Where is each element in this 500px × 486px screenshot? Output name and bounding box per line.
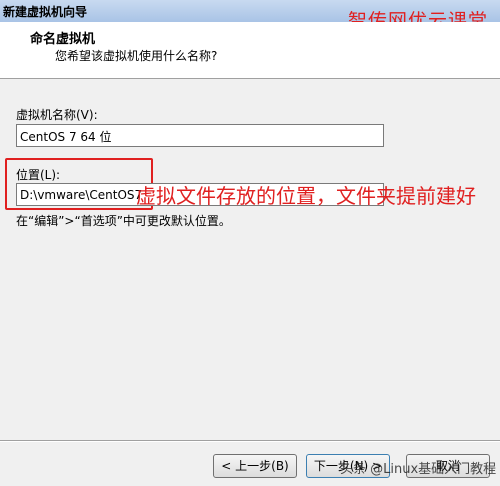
window-title: 新建虚拟机向导 [3, 5, 88, 19]
page-subtitle: 您希望该虚拟机使用什么名称? [55, 49, 218, 63]
location-hint: 在“编辑”>“首选项”中可更改默认位置。 [16, 214, 231, 228]
watermark-bottom: 头条 @Linux基础入门教程 [340, 462, 497, 477]
back-button[interactable]: < 上一步(B) [213, 454, 297, 478]
vm-name-label: 虚拟机名称(V): [16, 108, 98, 122]
wizard-header: 命名虚拟机 您希望该虚拟机使用什么名称? [0, 22, 500, 79]
page-title: 命名虚拟机 [30, 32, 96, 47]
location-label: 位置(L): [16, 168, 61, 182]
annotation-note: 虚拟文件存放的位置，文件夹提前建好 [136, 184, 476, 208]
footer-divider [0, 440, 500, 442]
vm-name-field[interactable] [16, 124, 384, 147]
vm-name-input[interactable] [20, 129, 380, 143]
